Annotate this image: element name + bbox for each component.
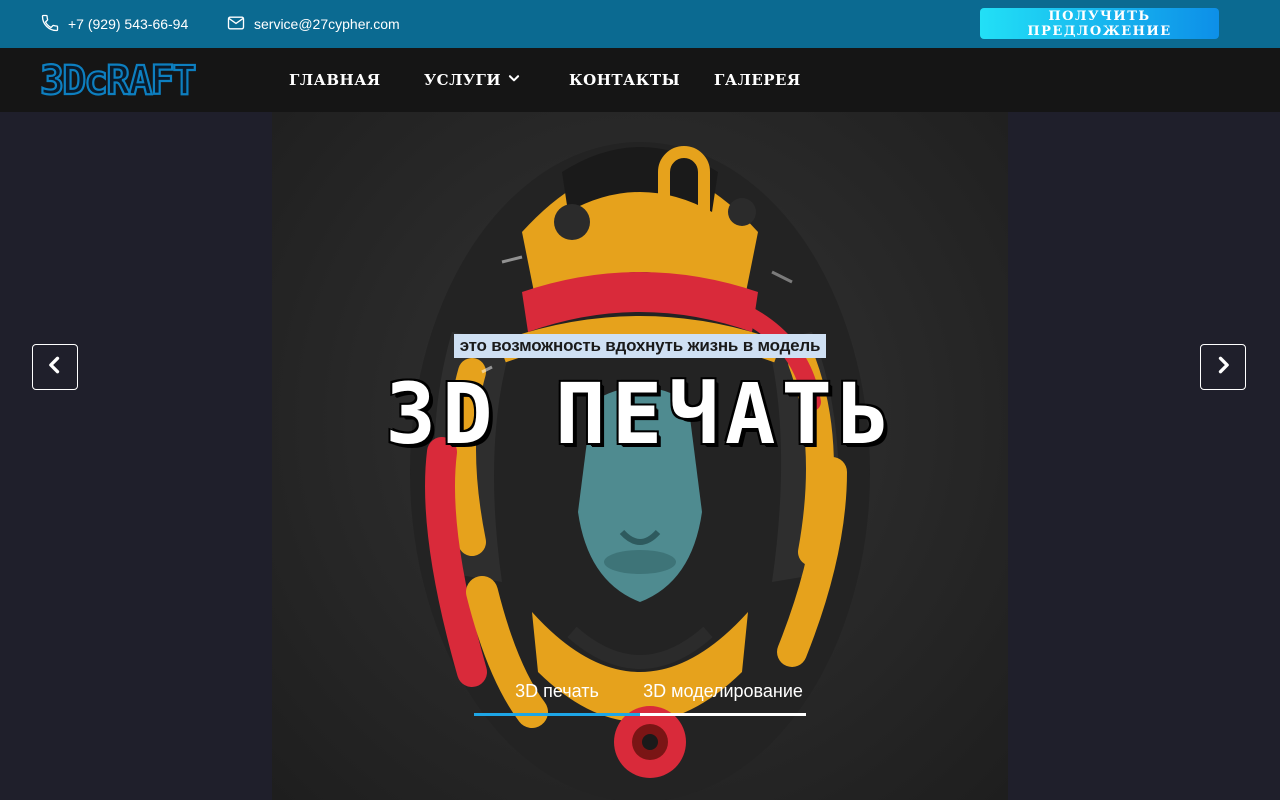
tab-3d-modeling-label: 3D моделирование: [643, 680, 803, 701]
nav-services[interactable]: УСЛУГИ: [424, 48, 521, 112]
nav-home-label: ГЛАВНАЯ: [289, 71, 381, 89]
site-logo[interactable]: 3DcRAFT: [39, 57, 226, 105]
svg-text:3DcRAFT: 3DcRAFT: [40, 58, 195, 100]
nav-gallery[interactable]: ГАЛЕРЕЯ: [714, 48, 801, 112]
phone-contact[interactable]: +7 (929) 543-66-94: [40, 0, 188, 48]
hero-slider: это возможность вдохнуть жизнь в модель …: [0, 112, 1280, 800]
hero-tagline: это возможность вдохнуть жизнь в модель: [454, 334, 826, 358]
chevron-down-icon: [507, 71, 521, 89]
hero-headline: 3D ПЕЧАТЬ: [385, 365, 895, 463]
phone-icon: [40, 13, 60, 36]
email-contact[interactable]: service@27cypher.com: [226, 0, 400, 48]
mail-icon: [226, 13, 246, 36]
hero-slide-tabs: 3D печать 3D моделирование: [474, 672, 806, 716]
nav-services-label: УСЛУГИ: [424, 71, 502, 89]
nav-home[interactable]: ГЛАВНАЯ: [289, 48, 381, 112]
main-navbar: 3DcRAFT ГЛАВНАЯ УСЛУГИ КОНТАКТЫ ГАЛЕРЕЯ: [0, 48, 1280, 112]
slider-next-button[interactable]: [1200, 344, 1246, 390]
email-address[interactable]: service@27cypher.com: [254, 16, 400, 32]
nav-contacts[interactable]: КОНТАКТЫ: [569, 48, 680, 112]
tab-3d-printing[interactable]: 3D печать: [474, 672, 640, 716]
nav-gallery-label: ГАЛЕРЕЯ: [714, 71, 801, 89]
chevron-left-icon: [45, 355, 65, 379]
chevron-right-icon: [1213, 355, 1233, 379]
tab-3d-modeling[interactable]: 3D моделирование: [640, 672, 806, 716]
slider-prev-button[interactable]: [32, 344, 78, 390]
nav-contacts-label: КОНТАКТЫ: [569, 71, 681, 89]
phone-number[interactable]: +7 (929) 543-66-94: [68, 16, 188, 32]
tab-3d-printing-label: 3D печать: [515, 680, 599, 701]
top-contact-bar: +7 (929) 543-66-94 service@27cypher.com …: [0, 0, 1280, 48]
get-offer-button[interactable]: ПОЛУЧИТЬ ПРЕДЛОЖЕНИЕ: [980, 8, 1219, 39]
